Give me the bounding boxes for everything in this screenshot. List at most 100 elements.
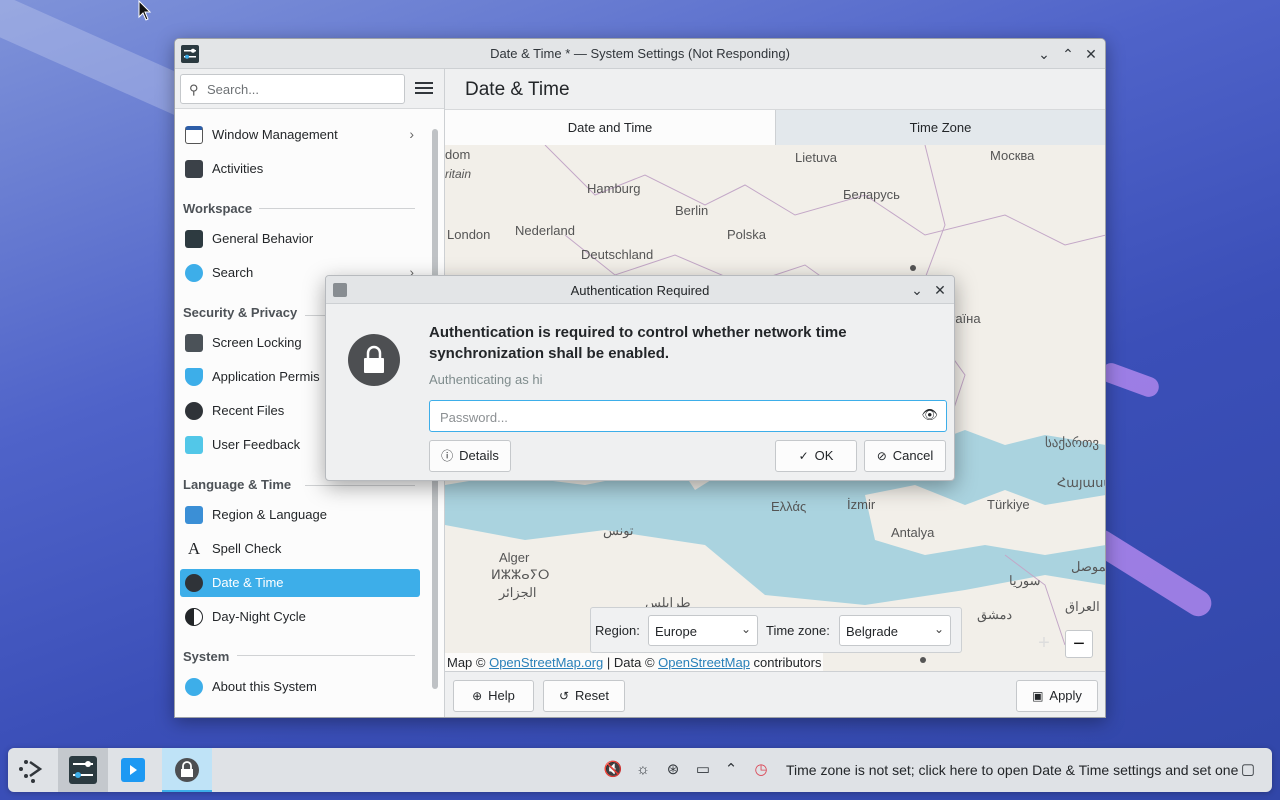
apply-button[interactable]: ▣ Apply xyxy=(1016,680,1098,712)
show-desktop-icon[interactable]: ▢ xyxy=(1238,760,1258,780)
zoom-out-button[interactable]: − xyxy=(1065,630,1093,658)
cancel-button[interactable]: ⊘ Cancel xyxy=(864,440,946,472)
cancel-button-label: Cancel xyxy=(892,448,934,463)
sidebar-item-label: Window Management xyxy=(212,127,338,142)
time-zone-value: Belgrade xyxy=(846,624,899,639)
window-title: Date & Time * — System Settings (Not Res… xyxy=(490,46,790,61)
reset-button-label: Reset xyxy=(575,688,610,703)
application-permissions-icon xyxy=(185,368,203,386)
about-system-icon xyxy=(185,678,203,696)
time-zone-combobox[interactable]: Belgrade ⌄ xyxy=(839,615,951,646)
cancel-icon: ⊘ xyxy=(876,449,887,463)
sidebar-item-day-night-cycle[interactable]: Day-Night Cycle xyxy=(180,603,420,631)
sidebar-item-label: Day-Night Cycle xyxy=(212,609,306,624)
tab-time-zone[interactable]: Time Zone xyxy=(776,110,1105,145)
region-value: Europe xyxy=(655,624,697,639)
sidebar-item-label: Search xyxy=(212,265,254,280)
sidebar-item-label: Activities xyxy=(212,161,264,176)
minimize-icon[interactable]: ⌄ xyxy=(908,281,926,299)
details-button[interactable]: ⓘ Details xyxy=(429,440,511,472)
footer-bar: ⊕ Help ↺ Reset ▣ Apply xyxy=(445,671,1105,717)
map-attribution: Map © OpenStreetMap.org | Data © OpenStr… xyxy=(445,653,824,673)
openstreetmap-org-link[interactable]: OpenStreetMap.org xyxy=(489,655,603,670)
reset-icon: ↺ xyxy=(558,689,570,703)
dialog-title: Authentication Required xyxy=(570,283,710,298)
screen-locking-icon xyxy=(185,334,203,352)
map-label: Lietuva xyxy=(795,150,837,165)
application-launcher-icon[interactable] xyxy=(8,748,58,792)
dialog-message: Authentication is required to control wh… xyxy=(429,324,847,362)
general-behavior-icon xyxy=(185,230,203,248)
info-icon: ⓘ xyxy=(441,449,454,463)
speaker-muted-icon[interactable]: 🔇 xyxy=(603,760,623,780)
sidebar-item-window-management[interactable]: Window Management › xyxy=(180,121,420,149)
sidebar-item-region-language[interactable]: Region & Language xyxy=(180,501,420,529)
map-label: الجزائر xyxy=(499,585,537,600)
close-icon[interactable]: ✕ xyxy=(1082,45,1100,63)
help-icon: ⊕ xyxy=(472,689,483,703)
tab-date-and-time[interactable]: Date and Time xyxy=(445,110,776,145)
map-label: دمشق xyxy=(977,607,1013,622)
timezone-notice[interactable]: Time zone is not set; click here to open… xyxy=(786,762,1238,778)
openstreetmap-link[interactable]: OpenStreetMap xyxy=(658,655,750,670)
search-input[interactable] xyxy=(207,80,397,98)
sidebar-item-about-system[interactable]: About this System xyxy=(180,673,420,701)
map-label: Հայաստ xyxy=(1057,475,1105,490)
task-system-settings[interactable] xyxy=(58,748,108,792)
section-header-language: Language & Time xyxy=(183,477,292,492)
details-button-label: Details xyxy=(459,448,499,463)
map-label: تونس xyxy=(603,523,634,538)
map-label: İzmir xyxy=(847,497,876,512)
authentication-dialog: Authentication Required ⌄ ✕ Authenticati… xyxy=(325,275,955,481)
password-field[interactable]: 👁 xyxy=(429,400,947,432)
ok-button-label: OK xyxy=(814,448,834,463)
map-label: الموصل xyxy=(1071,559,1105,574)
help-button[interactable]: ⊕ Help xyxy=(453,680,534,712)
sidebar-item-general-behavior[interactable]: General Behavior xyxy=(180,225,420,253)
brightness-icon[interactable]: ☼ xyxy=(633,760,653,780)
tab-bar: Date and Time Time Zone xyxy=(445,109,1105,145)
sidebar-item-label: General Behavior xyxy=(212,231,314,246)
sidebar-item-spell-check[interactable]: A Spell Check xyxy=(180,535,420,563)
task-authentication[interactable] xyxy=(162,748,212,792)
search-icon: ⚲ xyxy=(189,82,199,97)
recent-files-icon xyxy=(185,402,203,420)
sidebar-search-box[interactable]: ⚲ xyxy=(180,74,405,104)
region-combobox[interactable]: Europe ⌄ xyxy=(648,615,758,646)
region-language-icon xyxy=(185,506,203,524)
hamburger-menu-icon[interactable] xyxy=(415,79,433,97)
map-label: საქართვ xyxy=(1045,435,1100,450)
network-icon[interactable]: ⊛ xyxy=(663,760,683,780)
dialog-authenticating-as: Authenticating as hi xyxy=(429,372,543,387)
date-time-icon xyxy=(185,574,203,592)
sidebar-item-label: User Feedback xyxy=(212,437,301,452)
password-input[interactable] xyxy=(440,408,910,426)
attribution-prefix: Map © xyxy=(447,655,490,670)
chevron-right-icon: › xyxy=(409,126,414,142)
help-button-label: Help xyxy=(488,688,515,703)
map-label: Ελλάς xyxy=(771,499,807,514)
map-label: Беларусь xyxy=(843,187,900,202)
page-title: Date & Time xyxy=(465,79,570,100)
sidebar-item-activities[interactable]: Activities xyxy=(180,155,420,183)
map-label: Türkiye xyxy=(987,497,1030,512)
activities-icon xyxy=(185,160,203,178)
close-icon[interactable]: ✕ xyxy=(931,281,949,299)
maximize-icon[interactable]: ⌃ xyxy=(1059,45,1077,63)
chevron-down-icon: ⌄ xyxy=(740,622,751,636)
show-password-icon[interactable]: 👁 xyxy=(921,407,938,423)
minimize-icon[interactable]: ⌄ xyxy=(1035,45,1053,63)
show-hidden-tray-icon[interactable]: ⌃ xyxy=(721,760,741,780)
ok-button[interactable]: ✓ OK xyxy=(775,440,857,472)
checkmark-icon: ✓ xyxy=(798,449,809,463)
map-label: Hamburg xyxy=(587,181,641,196)
dialog-titlebar[interactable]: Authentication Required ⌄ ✕ xyxy=(326,276,954,304)
map-label: Polska xyxy=(727,227,767,242)
sidebar-item-date-time[interactable]: Date & Time xyxy=(180,569,420,597)
clock-warning-icon[interactable]: ◷ xyxy=(751,760,771,780)
task-discover[interactable] xyxy=(108,748,158,792)
zoom-in-button[interactable]: + xyxy=(1030,630,1058,658)
window-titlebar[interactable]: Date & Time * — System Settings (Not Res… xyxy=(175,39,1105,69)
display-icon[interactable]: ▭ xyxy=(693,760,713,780)
reset-button[interactable]: ↺ Reset xyxy=(543,680,625,712)
